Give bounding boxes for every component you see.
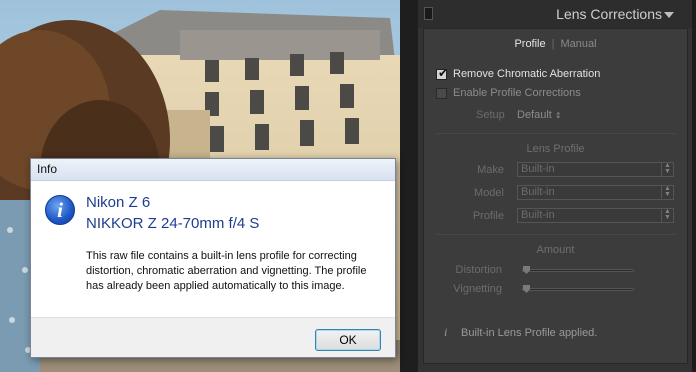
make-label: Make [477,164,504,176]
status-message: Built-in Lens Profile applied. [461,327,598,339]
remove-ca-label[interactable]: Remove Chromatic Aberration [453,68,600,80]
updown-arrows-icon: ▲ ▼ [661,208,673,222]
divider [436,234,676,235]
enable-profile-label[interactable]: Enable Profile Corrections [453,87,581,99]
dialog-footer: OK [31,317,395,357]
info-i-icon: i [444,325,448,339]
vignetting-slider-thumb[interactable] [523,285,530,293]
model-select[interactable]: Built-in ▲ ▼ [517,185,674,200]
panel-header[interactable]: Lens Corrections [418,0,696,28]
updown-arrows-icon: ▲ ▼ [661,185,673,199]
make-value: Built-in [521,163,555,175]
panel-body: Profile | Manual ✔ Remove Chromatic Aberra… [423,28,688,364]
updown-arrows-icon: ▲ ▼ [661,162,673,176]
tab-bar: Profile | Manual [424,38,687,50]
profile-label: Profile [472,210,504,222]
panel-title: Lens Corrections [556,6,662,22]
setup-label: Setup [476,109,505,121]
collapse-triangle-icon[interactable] [664,12,674,18]
distortion-label: Distortion [455,264,502,276]
camera-name: Nikon Z 6 [86,194,151,211]
distortion-slider[interactable] [522,266,634,274]
scrollbar[interactable] [692,0,696,372]
setup-value: Default [517,109,552,121]
make-select[interactable]: Built-in ▲ ▼ [517,162,674,177]
panel-switch[interactable] [424,7,433,20]
updown-arrows-icon: ⇕ [554,111,562,120]
enable-profile-checkbox[interactable] [436,88,447,99]
divider [436,133,676,134]
dialog-heading: Nikon Z 6 NIKKOR Z 24-70mm f/4 S [86,192,259,234]
remove-ca-checkbox[interactable]: ✔ [436,66,449,80]
ok-button[interactable]: OK [315,329,381,351]
info-icon: i [45,195,75,225]
profile-select[interactable]: Built-in ▲ ▼ [517,208,674,223]
profile-value: Built-in [521,209,555,221]
distortion-slider-thumb[interactable] [523,266,530,274]
setup-dropdown[interactable]: Default ⇕ [517,109,562,121]
amount-title: Amount [536,244,575,256]
lens-name: NIKKOR Z 24-70mm f/4 S [86,215,260,232]
dialog-message: This raw file contains a built-in lens p… [86,250,367,292]
vignetting-slider[interactable] [522,285,634,293]
model-label: Model [474,187,504,199]
lens-corrections-panel: Lens Corrections Profile | Manual ✔ Remove… [418,0,696,372]
tab-separator: | [551,38,555,50]
lens-profile-title: Lens Profile [526,143,585,155]
tab-manual[interactable]: Manual [560,38,596,50]
info-dialog: Info i Nikon Z 6 NIKKOR Z 24-70mm f/4 S … [30,158,396,358]
checkmark-icon: ✔ [438,66,449,80]
tab-profile[interactable]: Profile [514,38,545,50]
model-value: Built-in [521,186,555,198]
dialog-title: Info [31,159,395,181]
vignetting-label: Vignetting [453,283,502,295]
